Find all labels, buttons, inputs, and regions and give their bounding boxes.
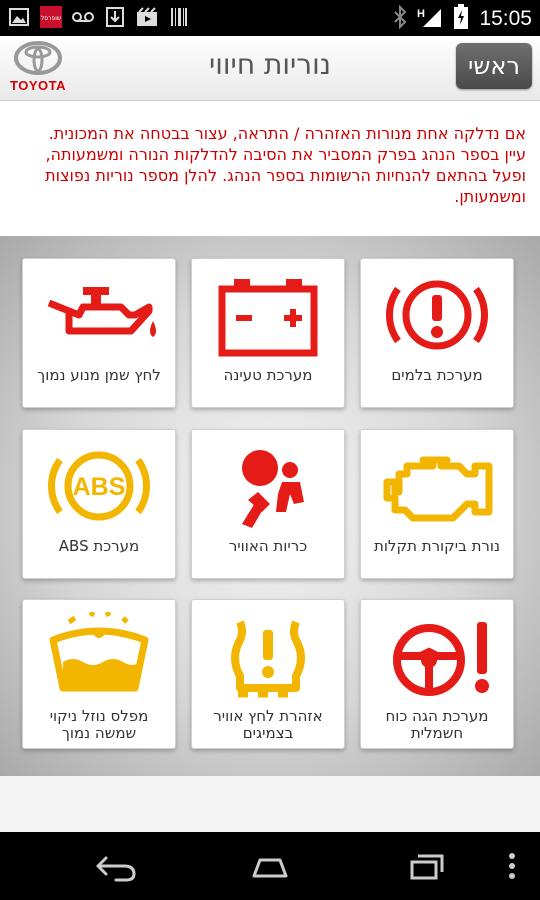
video-icon [136,6,158,28]
image-icon [8,6,30,28]
intro-panel: אם נדלקה אחת מנורות האזהרה / התראה, עצור… [0,101,540,236]
overflow-menu-button[interactable] [500,846,524,886]
voicemail-icon [72,6,94,28]
app-icon: שופרסל [40,6,62,28]
warning-lights-grid: מערכת בלמים מערכת טעינה לחץ שמן מנוע נמו… [0,236,540,776]
tile-label: מערכת בלמים [391,366,483,384]
bluetooth-icon [393,4,407,33]
tile-power-steering[interactable]: מערכת הגה כוח חשמלית [360,599,514,749]
home-nav-button[interactable] [240,846,300,886]
washer-fluid-icon [49,612,149,692]
power-steering-icon [393,622,489,696]
tile-label: מערכת הגה כוח חשמלית [385,707,489,742]
home-button[interactable]: ראשי [456,43,532,89]
system-icons: H 15:05 [393,4,532,34]
tile-brake-system[interactable]: מערכת בלמים [360,258,514,408]
airbag-icon [242,450,304,528]
oil-pressure-icon [47,287,156,337]
tile-label: מפלס נוזל ניקוי שמשה נמוך [49,707,149,742]
tile-airbags[interactable]: כריות האוויר [191,429,345,579]
brake-warning-icon [386,280,488,350]
svg-text:H: H [417,8,425,20]
tile-label: מערכת ABS [58,537,140,555]
tile-label: כריות האוויר [228,537,308,555]
tile-charging-system[interactable]: מערכת טעינה [191,258,345,408]
more-vertical-icon [509,853,515,879]
recents-button[interactable] [398,846,458,886]
back-button[interactable] [84,846,144,886]
tile-label: מערכת טעינה [223,366,313,384]
title-bar: TOYOTA נוריות חיווי ראשי [0,36,540,101]
abs-icon-text: ABS [73,473,126,501]
bottom-spacer [0,776,540,832]
battery-icon [453,4,469,34]
toyota-emblem-icon [14,41,62,75]
app-badge-text: שופרסל [41,15,61,22]
battery-charge-icon [218,279,318,357]
tile-tire-pressure[interactable]: אזהרת לחץ אוויר בצמיגים [191,599,345,749]
abs-icon: ABS [48,451,150,521]
tile-label: נורת ביקורת תקלות [373,537,500,555]
tile-label: לחץ שמן מנוע נמוך [37,366,161,384]
recent-apps-icon [410,854,444,880]
back-arrow-icon [96,856,136,882]
tile-oil-pressure[interactable]: לחץ שמן מנוע נמוך [22,258,176,408]
barcode-icon [168,6,190,28]
tile-check-engine[interactable]: נורת ביקורת תקלות [360,429,514,579]
notification-icons: שופרסל [8,6,190,28]
tire-pressure-icon [231,620,305,698]
clock: 15:05 [479,7,532,30]
tile-label: אזהרת לחץ אוויר בצמיגים [213,707,323,742]
download-icon [104,6,126,28]
logo-text: TOYOTA [10,78,66,93]
navigation-bar [0,832,540,900]
toyota-logo: TOYOTA [6,40,70,96]
check-engine-icon [383,456,493,522]
signal-icon: H [417,5,443,33]
home-outline-icon [252,858,288,878]
tile-abs-system[interactable]: ABS מערכת ABS [22,429,176,579]
page-title: נוריות חיווי [209,48,331,81]
tile-washer-fluid[interactable]: מפלס נוזל ניקוי שמשה נמוך [22,599,176,749]
intro-text: אם נדלקה אחת מנורות האזהרה / התראה, עצור… [45,124,526,206]
status-bar: שופרסל H 15:05 [0,0,540,36]
